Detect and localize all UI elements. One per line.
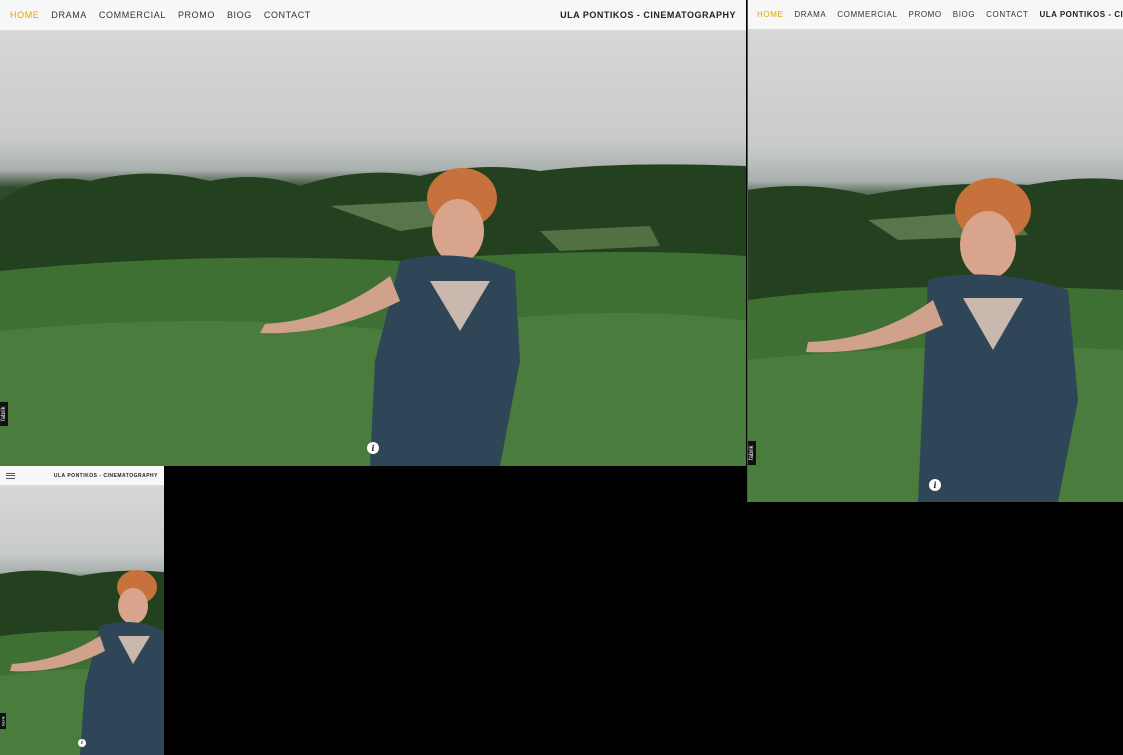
site-title[interactable]: ULA PONTIKOS - CINEMATOGRAPHY bbox=[560, 10, 736, 20]
hero-image bbox=[0, 486, 164, 755]
nav-item-biog[interactable]: BIOG bbox=[227, 10, 252, 20]
desktop-nav-menu: HOME DRAMA COMMERCIAL PROMO BIOG CONTACT bbox=[10, 10, 323, 20]
nav-item-contact[interactable]: CONTACT bbox=[986, 10, 1028, 19]
info-icon[interactable]: i bbox=[78, 739, 86, 747]
hero-photo-boy-in-field bbox=[748, 178, 1123, 502]
tablet-view: HOME DRAMA COMMERCIAL PROMO BIOG CONTACT… bbox=[747, 0, 1123, 502]
nav-item-promo[interactable]: PROMO bbox=[909, 10, 942, 19]
mobile-view: ULA PONTIKOS - CINEMATOGRAPHY i fabrik bbox=[0, 466, 164, 755]
desktop-navbar: HOME DRAMA COMMERCIAL PROMO BIOG CONTACT… bbox=[0, 0, 746, 31]
nav-item-drama[interactable]: DRAMA bbox=[794, 10, 826, 19]
mobile-navbar: ULA PONTIKOS - CINEMATOGRAPHY bbox=[0, 466, 164, 486]
tablet-nav-menu: HOME DRAMA COMMERCIAL PROMO BIOG CONTACT bbox=[757, 10, 1039, 19]
nav-item-contact[interactable]: CONTACT bbox=[264, 10, 311, 20]
fabrik-side-tab[interactable]: fabrik bbox=[748, 441, 756, 465]
info-icon[interactable]: i bbox=[367, 442, 379, 454]
hero-photo-boy-in-field bbox=[0, 570, 164, 755]
nav-item-home[interactable]: HOME bbox=[10, 10, 39, 20]
hero-image: i bbox=[0, 31, 746, 466]
nav-item-drama[interactable]: DRAMA bbox=[51, 10, 87, 20]
tablet-navbar: HOME DRAMA COMMERCIAL PROMO BIOG CONTACT… bbox=[748, 0, 1123, 30]
nav-item-commercial[interactable]: COMMERCIAL bbox=[837, 10, 897, 19]
nav-item-commercial[interactable]: COMMERCIAL bbox=[99, 10, 166, 20]
nav-item-biog[interactable]: BIOG bbox=[953, 10, 975, 19]
nav-item-home[interactable]: HOME bbox=[757, 10, 783, 19]
fabrik-side-tab[interactable]: fabrik bbox=[0, 402, 8, 426]
hero-image bbox=[748, 30, 1123, 502]
hero-photo-boy-in-field bbox=[0, 164, 746, 466]
info-icon[interactable]: i bbox=[929, 479, 941, 491]
fabrik-side-tab[interactable]: fabrik bbox=[0, 713, 6, 729]
site-title[interactable]: ULA PONTIKOS - CINEMATOGRAPHY bbox=[54, 473, 158, 479]
desktop-view: HOME DRAMA COMMERCIAL PROMO BIOG CONTACT… bbox=[0, 0, 746, 466]
site-title[interactable]: ULA PONTIKOS - CINEMATOGRAPHY bbox=[1039, 10, 1123, 19]
hamburger-menu-icon[interactable] bbox=[6, 472, 15, 479]
nav-item-promo[interactable]: PROMO bbox=[178, 10, 215, 20]
